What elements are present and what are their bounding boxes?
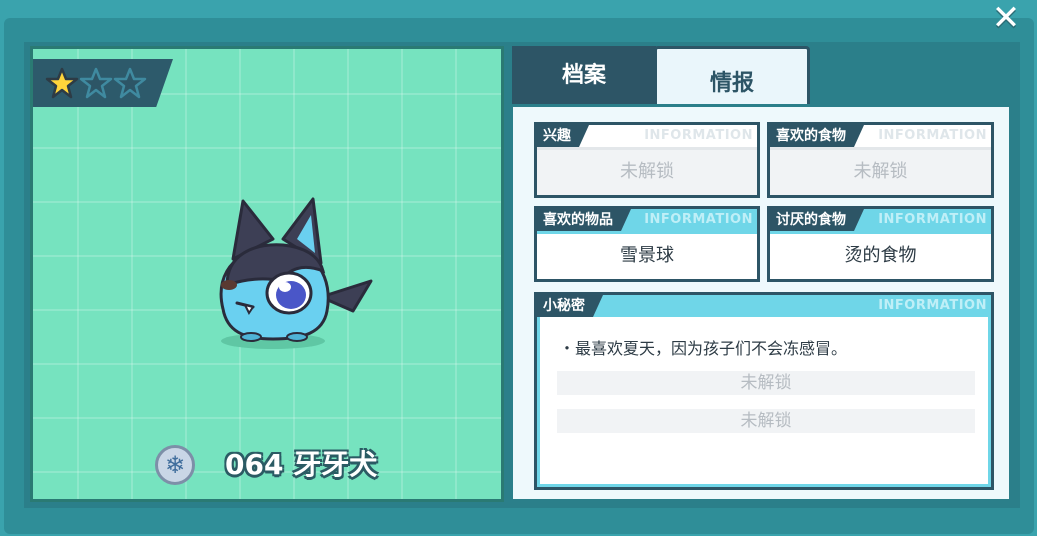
card-header: 讨厌的食物 INFORMATION bbox=[770, 209, 991, 231]
tab-info[interactable]: 情报 bbox=[654, 46, 810, 108]
close-icon: ✕ bbox=[991, 0, 1021, 38]
secret-text: ・最喜欢夏天，因为孩子们不会冻感冒。 bbox=[559, 339, 848, 358]
card-interest: 兴趣 INFORMATION 未解锁 bbox=[534, 122, 760, 198]
card-title: 喜欢的食物 bbox=[770, 125, 864, 147]
card-favorite-food: 喜欢的食物 INFORMATION 未解锁 bbox=[767, 122, 994, 198]
rarity-stars bbox=[33, 59, 173, 107]
pet-display-panel: ❄ 064 牙牙犬 bbox=[30, 46, 504, 502]
card-title: 小秘密 bbox=[537, 295, 603, 317]
pet-name: 064 牙牙犬 bbox=[225, 448, 378, 481]
card-value: 烫的食物 bbox=[770, 231, 991, 279]
star-empty-icon bbox=[79, 67, 113, 99]
star-filled-icon bbox=[45, 67, 79, 99]
card-header: 喜欢的食物 INFORMATION bbox=[770, 125, 991, 147]
secret-locked-2: 未解锁 bbox=[557, 409, 975, 433]
card-header: 小秘密 INFORMATION bbox=[537, 295, 991, 317]
card-value: 未解锁 bbox=[770, 147, 991, 195]
card-disliked-food: 讨厌的食物 INFORMATION 烫的食物 bbox=[767, 206, 994, 282]
card-header: 兴趣 INFORMATION bbox=[537, 125, 757, 147]
pet-sprite bbox=[219, 197, 373, 349]
card-watermark: INFORMATION bbox=[878, 128, 987, 143]
card-title: 兴趣 bbox=[537, 125, 589, 147]
card-title: 讨厌的食物 bbox=[770, 209, 864, 231]
card-watermark: INFORMATION bbox=[878, 212, 987, 227]
star-empty-icon bbox=[113, 67, 147, 99]
card-favorite-item: 喜欢的物品 INFORMATION 雪景球 bbox=[534, 206, 760, 282]
card-watermark: INFORMATION bbox=[878, 298, 987, 313]
close-button[interactable]: ✕ bbox=[986, 0, 1026, 36]
tab-archive[interactable]: 档案 bbox=[512, 46, 656, 104]
card-title: 喜欢的物品 bbox=[537, 209, 631, 231]
card-secret: 小秘密 INFORMATION ・最喜欢夏天，因为孩子们不会冻感冒。 未解锁 未… bbox=[534, 292, 994, 490]
card-header: 喜欢的物品 INFORMATION bbox=[537, 209, 757, 231]
card-value: 雪景球 bbox=[537, 231, 757, 279]
secret-locked-1: 未解锁 bbox=[557, 371, 975, 395]
snowflake-icon: ❄ bbox=[155, 445, 195, 485]
card-watermark: INFORMATION bbox=[644, 212, 753, 227]
card-value: 未解锁 bbox=[537, 147, 757, 195]
card-watermark: INFORMATION bbox=[644, 128, 753, 143]
